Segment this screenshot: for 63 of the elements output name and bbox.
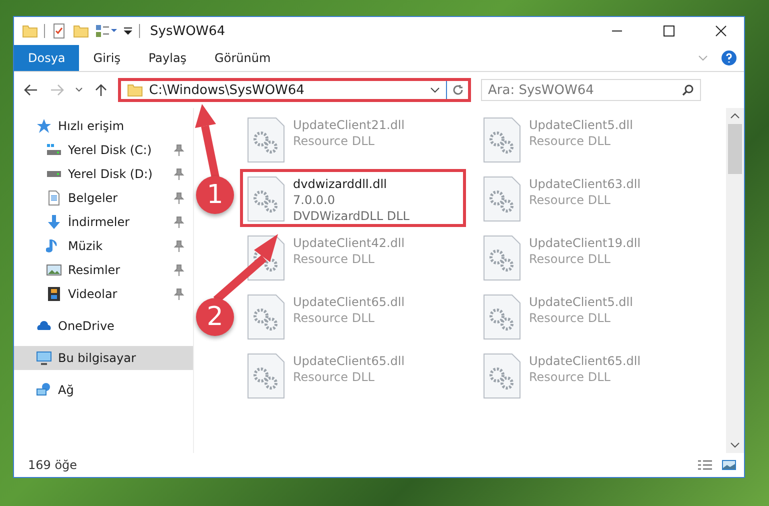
network-icon (36, 382, 52, 398)
computer-icon (36, 350, 52, 366)
item-count: 169 öğe (28, 458, 78, 472)
sidebar-item[interactable]: Bu bilgisayar (14, 346, 193, 370)
scrollbar-thumb[interactable] (728, 124, 742, 174)
sidebar-item[interactable]: İndirmeler (14, 210, 193, 234)
sidebar-item[interactable]: Hızlı erişim (14, 114, 193, 138)
pin-icon (173, 240, 185, 252)
details-view-button[interactable] (696, 459, 714, 471)
search-field[interactable]: Ara: SysWOW64 (481, 79, 701, 101)
back-button[interactable] (22, 84, 40, 96)
sidebar-item[interactable]: Ağ (14, 378, 193, 402)
dll-file-icon (483, 176, 521, 222)
pin-icon (173, 216, 185, 228)
scroll-up-icon (730, 112, 740, 120)
dll-file-icon (247, 353, 285, 399)
scroll-down-icon (730, 441, 740, 449)
sidebar-item[interactable]: Videolar (14, 282, 193, 306)
pin-icon (173, 144, 185, 156)
ribbon-tab[interactable]: Görünüm (200, 45, 285, 71)
folder-icon (73, 23, 89, 39)
sidebar-item[interactable]: Yerel Disk (C:) (14, 138, 193, 162)
sidebar-item[interactable]: Müzik (14, 234, 193, 258)
dll-file-icon (483, 235, 521, 281)
large-icons-view-button[interactable] (720, 459, 738, 471)
sidebar-item[interactable]: Resimler (14, 258, 193, 282)
window-title: SysWOW64 (150, 24, 226, 38)
address-field[interactable]: C:\Windows\SysWOW64 (118, 78, 471, 102)
scrollbar[interactable] (726, 108, 744, 453)
ribbon-tab[interactable]: Dosya (14, 45, 80, 71)
search-icon (682, 84, 694, 96)
download-icon (46, 214, 62, 230)
maximize-icon (663, 25, 675, 37)
sidebar-item[interactable]: OneDrive (14, 314, 193, 338)
dll-file-icon (483, 117, 521, 163)
dll-file-icon (483, 294, 521, 340)
help-button[interactable] (720, 50, 738, 66)
drive-icon (46, 170, 62, 178)
film-icon (46, 286, 62, 302)
drive-icon (46, 142, 62, 158)
ribbon-tab[interactable]: Giriş (79, 45, 134, 71)
pin-icon (173, 192, 185, 204)
picture-icon (46, 262, 62, 278)
folder-icon (22, 23, 38, 39)
dll-file-icon (247, 294, 285, 340)
star-icon (36, 118, 52, 134)
dll-file-icon (247, 176, 285, 222)
document-icon (46, 190, 62, 206)
view-dropdown-icon (95, 23, 117, 39)
dll-file-icon (483, 353, 521, 399)
file-item[interactable]: dvdwizarddll.dll 7.0.0.0 DVDWizardDLL DLL (240, 169, 466, 227)
pin-icon (173, 288, 185, 300)
refresh-icon (452, 84, 464, 96)
recent-locations-button[interactable] (74, 87, 84, 93)
checklist-icon (51, 23, 67, 39)
sidebar-item[interactable]: Yerel Disk (D:) (14, 162, 193, 186)
ribbon-tab[interactable]: Paylaş (134, 45, 201, 71)
pin-icon (173, 168, 185, 180)
sidebar-item[interactable]: Belgeler (14, 186, 193, 210)
dll-file-icon (247, 117, 285, 163)
close-icon (715, 25, 727, 37)
pin-icon (173, 264, 185, 276)
folder-icon (127, 82, 143, 98)
